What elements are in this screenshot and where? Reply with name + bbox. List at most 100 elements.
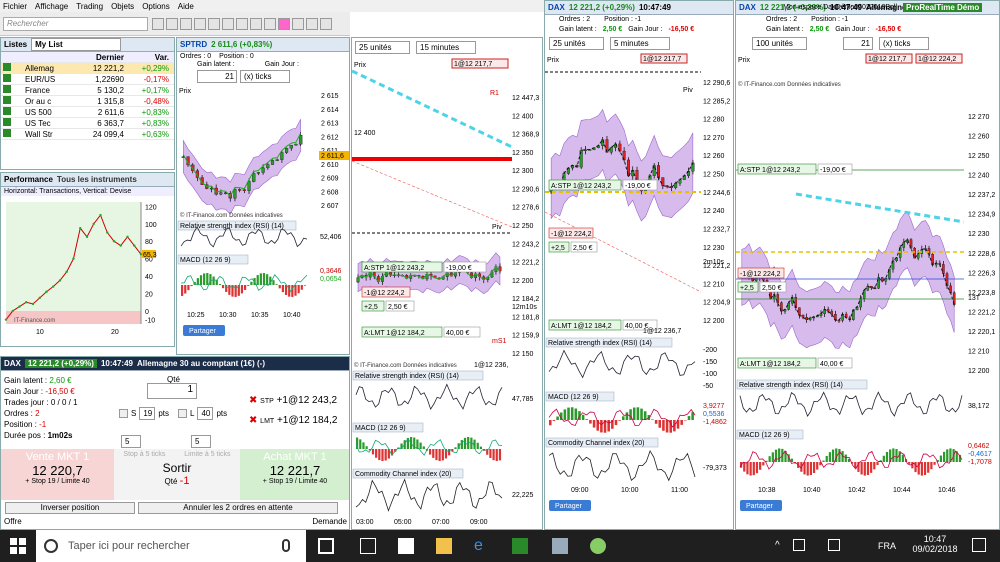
prorealtime-taskbar-icon[interactable] [512, 538, 528, 554]
zoom-icon[interactable] [166, 18, 178, 30]
cancel-orders-button[interactable]: Annuler les 2 ordres en attente [138, 502, 338, 514]
network-icon[interactable] [793, 539, 805, 551]
stop-step-input[interactable]: 5 [121, 435, 141, 448]
limit-5-ticks[interactable]: Limite à 5 ticks [184, 451, 230, 458]
limit-checkbox[interactable] [178, 409, 188, 418]
cancel-stp-icon[interactable]: ✖ [249, 395, 257, 406]
price-tick-label: 12 220,1 [968, 329, 995, 336]
search-input[interactable]: Rechercher [3, 17, 148, 31]
workspace-name[interactable]: Mon espace DaxDémo05022018Boll [783, 4, 897, 11]
sptrd-ticks-input[interactable]: 21 [197, 70, 237, 83]
list-item[interactable]: US 500 2 611,6 +0,83% [1, 107, 174, 118]
dax15-interval-select[interactable]: 15 minutes [416, 41, 476, 54]
language-indicator[interactable]: FRA [878, 541, 896, 551]
macd-bar [262, 273, 266, 285]
mail-icon[interactable] [398, 538, 414, 554]
eraser-icon[interactable] [320, 18, 332, 30]
macd-bar [654, 420, 658, 424]
list-item[interactable]: Allemag 12 221,2 +0,29% [1, 63, 174, 74]
magnet-icon[interactable] [292, 18, 304, 30]
sell-button[interactable]: Vente MKT 1 12 220,7 + Stop 19 / Limite … [1, 449, 114, 500]
price-tick-label: 12 232,7 [703, 226, 730, 233]
text-tool-icon[interactable] [208, 18, 220, 30]
menu-affichage[interactable]: Affichage [35, 2, 68, 11]
qte-input[interactable]: 1 [147, 383, 197, 399]
macd-bar [946, 449, 949, 462]
macd-bar [643, 411, 647, 420]
add-order-icon[interactable] [3, 96, 11, 104]
windows-start-icon[interactable] [10, 538, 26, 554]
lists-tab[interactable]: Listes [4, 40, 27, 49]
reverse-position-button[interactable]: Inverser position [5, 502, 135, 514]
microphone-icon[interactable] [282, 539, 290, 552]
sound-icon[interactable] [828, 539, 840, 551]
y-tick-label: 0 [145, 309, 149, 316]
rect-tool-icon[interactable] [222, 18, 234, 30]
stop-5-ticks[interactable]: Stop à 5 ticks [123, 451, 165, 458]
add-order-icon[interactable] [3, 63, 11, 71]
add-order-icon[interactable] [3, 74, 11, 82]
exit-button[interactable]: Sortir [114, 461, 240, 475]
edge-icon[interactable]: e [474, 538, 490, 554]
daxr-ticks-input[interactable]: 21 [843, 37, 873, 50]
store-icon[interactable] [360, 538, 376, 554]
macd-bar [190, 285, 193, 287]
cancel-lmt-icon[interactable]: ✖ [249, 415, 257, 426]
performance-tab[interactable]: Performance [4, 175, 53, 184]
macd-bar [665, 420, 669, 433]
menu-fichier[interactable]: Fichier [3, 2, 27, 11]
color-tool-icon[interactable] [278, 18, 290, 30]
app-taskbar-icon[interactable] [552, 538, 568, 554]
add-order-icon[interactable] [3, 118, 11, 126]
col-var[interactable]: Var. [126, 53, 171, 62]
menu-options[interactable]: Options [142, 2, 170, 11]
dax5-units-select[interactable]: 25 unités [549, 37, 604, 50]
limit-step-input[interactable]: 5 [191, 435, 211, 448]
buy-button[interactable]: Achat MKT 1 12 221,7 + Stop 19 / Limite … [240, 449, 349, 500]
all-instruments-tab[interactable]: Tous les instruments [57, 175, 137, 184]
menu-trading[interactable]: Trading [76, 2, 103, 11]
menu-aide[interactable]: Aide [178, 2, 194, 11]
performance-point [31, 302, 35, 306]
list-item[interactable]: France 5 130,2 +0,17% [1, 85, 174, 96]
arrow-tool-icon[interactable] [236, 18, 248, 30]
add-order-icon[interactable] [3, 129, 11, 137]
clock[interactable]: 10:47 09/02/2018 [910, 534, 960, 554]
dax5-interval-select[interactable]: 5 minutes [610, 37, 670, 50]
task-view-icon[interactable] [318, 538, 334, 554]
file-explorer-icon[interactable] [436, 538, 452, 554]
stop-checkbox[interactable] [119, 409, 128, 418]
fib-tool-icon[interactable] [194, 18, 206, 30]
list-item[interactable]: Wall Str 24 099,4 +0,63% [1, 129, 174, 140]
y-tick-label: 120 [145, 204, 157, 211]
limit-pts-input[interactable]: 40 [197, 407, 214, 420]
add-order-icon[interactable] [3, 107, 11, 115]
line-tool-icon[interactable] [180, 18, 192, 30]
daxr-units-select[interactable]: 100 unités [752, 37, 807, 50]
add-order-icon[interactable] [3, 85, 11, 93]
macd-bar [774, 449, 778, 462]
list-item[interactable]: EUR/US 1,22690 -0,17% [1, 74, 174, 85]
sptrd-ticks-unit[interactable]: (x) ticks [240, 70, 290, 83]
taskbar-search-input[interactable]: Taper ici pour rechercher [36, 530, 306, 562]
bid-ask-footer: Offre Demande [1, 517, 349, 526]
stop-pts-input[interactable]: 19 [139, 407, 156, 420]
paint-icon[interactable] [590, 538, 606, 554]
list-item[interactable]: US Tec 6 363,7 +0,83% [1, 118, 174, 129]
notifications-icon[interactable] [972, 538, 986, 552]
cursor-icon[interactable] [152, 18, 164, 30]
tray-chevron-icon[interactable]: ^ [775, 540, 780, 551]
lock-icon[interactable] [306, 18, 318, 30]
main-toolbar: Rechercher [0, 12, 350, 36]
list-item[interactable]: Or au c 1 315,8 -0,48% [1, 96, 174, 107]
y-tick-label: 100 [145, 222, 157, 229]
col-last[interactable]: Dernier [81, 53, 126, 62]
macd-label: MACD (12 26 9) [548, 394, 599, 401]
ellipse-tool-icon[interactable] [264, 18, 276, 30]
daxr-ticks-unit[interactable]: (x) ticks [879, 37, 929, 50]
performance-point [126, 235, 129, 239]
channel-tool-icon[interactable] [250, 18, 262, 30]
menu-objets[interactable]: Objets [111, 2, 134, 11]
dax15-units-select[interactable]: 25 unités [355, 41, 410, 54]
list-selector[interactable]: My List [31, 38, 122, 51]
